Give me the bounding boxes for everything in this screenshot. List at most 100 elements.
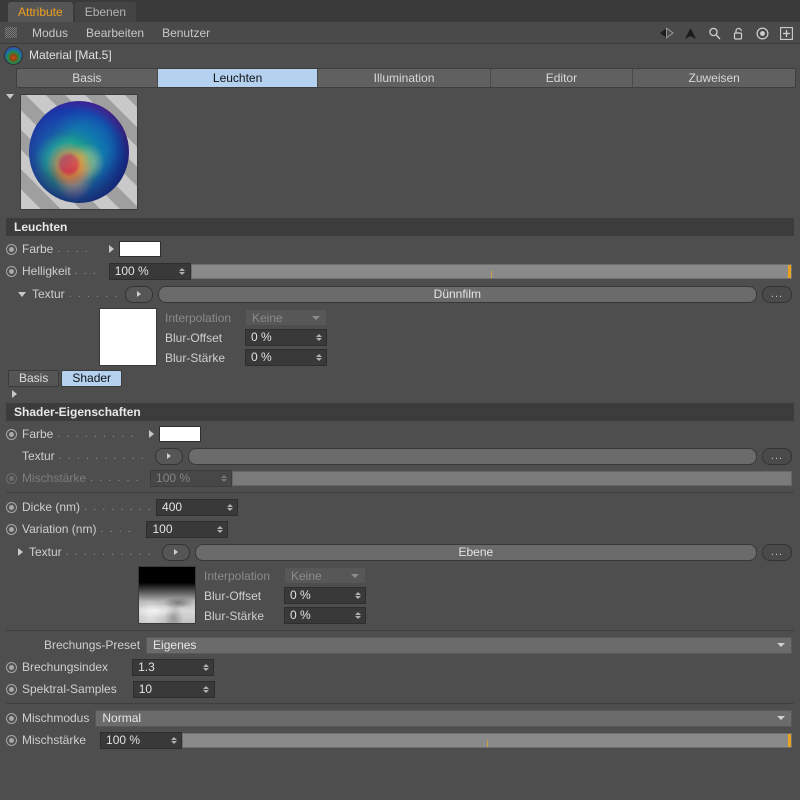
window-tab-ebenen[interactable]: Ebenen — [74, 2, 137, 22]
helligkeit-input[interactable]: 100 % — [108, 262, 191, 280]
material-preview-sphere[interactable] — [20, 94, 138, 210]
dicke-radio-icon[interactable] — [6, 501, 17, 513]
footer-mischstaerke-stepper[interactable] — [169, 736, 178, 744]
helligkeit-stepper[interactable] — [178, 267, 187, 275]
variation-radio-icon[interactable] — [6, 523, 17, 535]
variation-input[interactable]: 100 — [146, 520, 229, 538]
blur-staerke-label: Blur-Stärke — [165, 350, 226, 365]
brechungsindex-value: 1.3 — [138, 659, 155, 674]
row-mischmodus: Mischmodus Normal — [0, 707, 800, 729]
blur-offset-2-input[interactable]: 0 % — [284, 587, 366, 604]
interpolation-value: Keine — [252, 310, 283, 325]
footer-mischstaerke-slider[interactable] — [182, 732, 792, 748]
textur-sub-rows: Interpolation Keine Blur-Offset 0 % Blur… — [165, 308, 327, 366]
window-tab-attribute[interactable]: Attribute — [8, 2, 73, 22]
shader-textur-arrow-button[interactable] — [154, 447, 183, 465]
interpolation-dropdown[interactable]: Keine — [245, 309, 327, 326]
mischmodus-dropdown[interactable]: Normal — [95, 709, 792, 727]
spektral-samples-input[interactable]: 10 — [132, 680, 215, 698]
shader-mischstaerke-radio-icon[interactable] — [6, 472, 17, 484]
menu-item-bearbeiten[interactable]: Bearbeiten — [77, 22, 153, 44]
blur-offset-2-stepper[interactable] — [353, 592, 362, 599]
tab-illumination[interactable]: Illumination — [318, 69, 491, 87]
row-textur-leuchten: Textur . . . . . . . Dünnfilm ... — [0, 282, 800, 306]
textur2-subblock: Interpolation Keine Blur-Offset 0 % Blur… — [0, 566, 800, 624]
footer-mischstaerke-radio-icon[interactable] — [6, 734, 17, 746]
helligkeit-radio-icon[interactable] — [6, 265, 17, 277]
tab-leuchten[interactable]: Leuchten — [157, 69, 319, 87]
textur2-label: Textur — [29, 545, 62, 559]
target-icon[interactable] — [755, 26, 770, 41]
section-header-leuchten: Leuchten — [6, 218, 794, 236]
shader-farbe-expand-icon[interactable] — [149, 430, 155, 438]
tab-basis[interactable]: Basis — [17, 69, 158, 87]
blur-staerke-2-input[interactable]: 0 % — [284, 607, 366, 624]
textur2-thumbnail[interactable] — [138, 566, 196, 624]
textur-thumbnail[interactable] — [99, 308, 157, 366]
row-textur2-shader: Textur . . . . . . . . . . . Ebene ... — [0, 540, 800, 564]
textur2-more-button[interactable]: ... — [762, 543, 792, 561]
blur-staerke-2-stepper[interactable] — [353, 612, 362, 619]
variation-stepper[interactable] — [215, 525, 224, 533]
up-arrow-icon[interactable] — [683, 26, 698, 41]
brechungsindex-stepper[interactable] — [201, 663, 210, 671]
blur-offset-stepper[interactable] — [314, 334, 323, 341]
spektral-samples-radio-icon[interactable] — [6, 683, 17, 695]
plus-icon[interactable] — [779, 26, 794, 41]
blur-staerke-stepper[interactable] — [314, 354, 323, 361]
shader-farbe-radio-icon[interactable] — [6, 428, 17, 440]
textur2-disclosure-icon[interactable] — [18, 548, 23, 556]
brechungs-preset-dropdown[interactable]: Eigenes — [146, 636, 792, 654]
textur-subblock-leuchten: Interpolation Keine Blur-Offset 0 % Blur… — [0, 308, 800, 366]
textur-field[interactable]: Dünnfilm — [157, 285, 757, 303]
row-mischstaerke-shader: Mischstärke . . . . . . 100 % — [0, 467, 800, 489]
menu-item-benutzer[interactable]: Benutzer — [153, 22, 219, 44]
grip-dots-icon[interactable] — [5, 27, 17, 38]
blur-staerke-input[interactable]: 0 % — [245, 349, 327, 366]
textur2-field[interactable]: Ebene — [194, 543, 757, 561]
back-arrow-icon[interactable] — [659, 26, 674, 41]
menu-item-modus[interactable]: Modus — [23, 22, 77, 44]
textur2-arrow-button[interactable] — [161, 543, 190, 561]
mischmodus-radio-icon[interactable] — [6, 712, 17, 724]
search-icon[interactable] — [707, 26, 722, 41]
dicke-input[interactable]: 400 — [156, 498, 239, 516]
brechungsindex-radio-icon[interactable] — [6, 661, 17, 673]
shader-farbe-color-swatch[interactable] — [159, 426, 202, 442]
row-blur-offset-2: Blur-Offset 0 % — [204, 587, 366, 604]
row-blur-staerke-2: Blur-Stärke 0 % — [204, 607, 366, 624]
divider-1 — [6, 492, 794, 493]
dicke-stepper[interactable] — [225, 503, 234, 511]
blur-offset-input[interactable]: 0 % — [245, 329, 327, 346]
lock-icon[interactable] — [731, 26, 746, 41]
textur-more-button[interactable]: ... — [762, 285, 792, 303]
row-brechungs-preset: Brechungs-Preset Eigenes — [0, 634, 800, 656]
row-mischstaerke-footer: Mischstärke 100 % — [0, 729, 800, 751]
shader-collapse-toggle[interactable] — [0, 387, 800, 401]
brechungsindex-input[interactable]: 1.3 — [132, 658, 215, 676]
shader-tab-basis[interactable]: Basis — [8, 370, 60, 387]
attribute-body: Leuchten Farbe . . . . Helligkeit . . . … — [0, 88, 800, 800]
shader-textur-field[interactable] — [187, 447, 757, 465]
shader-mischstaerke-slider[interactable] — [232, 470, 792, 486]
spektral-samples-stepper[interactable] — [202, 685, 211, 693]
shader-tab-shader[interactable]: Shader — [61, 370, 123, 387]
brechungs-preset-label: Brechungs-Preset — [44, 638, 141, 652]
shader-mischstaerke-input[interactable]: 100 % — [150, 469, 233, 487]
shader-tab-group: Basis Shader — [8, 370, 800, 387]
tab-zuweisen[interactable]: Zuweisen — [633, 69, 795, 87]
tab-editor[interactable]: Editor — [491, 69, 634, 87]
interpolation-2-dropdown[interactable]: Keine — [284, 567, 366, 584]
farbe-expand-icon[interactable] — [109, 245, 115, 253]
textur-arrow-button[interactable] — [124, 285, 153, 303]
farbe-radio-icon[interactable] — [6, 243, 17, 255]
farbe-color-swatch[interactable] — [119, 241, 162, 257]
helligkeit-slider[interactable] — [190, 263, 792, 279]
shader-mischstaerke-stepper[interactable] — [219, 474, 228, 482]
shader-textur-more-button[interactable]: ... — [762, 447, 792, 465]
textur-disclosure-icon[interactable] — [18, 291, 26, 297]
divider-3 — [6, 703, 794, 704]
preview-collapse-toggle[interactable] — [6, 94, 14, 99]
footer-mischstaerke-input[interactable]: 100 % — [100, 731, 183, 749]
mischmodus-label: Mischmodus — [22, 711, 90, 725]
